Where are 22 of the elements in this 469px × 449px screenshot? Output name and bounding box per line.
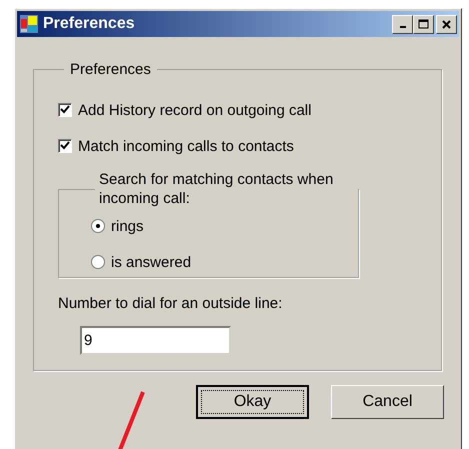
input-field[interactable]: 9: [80, 326, 231, 355]
radio-label[interactable]: is answered: [111, 254, 192, 270]
dialog-button[interactable]: Okay: [196, 385, 309, 419]
radio-label[interactable]: rings: [111, 218, 144, 234]
radio-button[interactable]: [91, 255, 105, 269]
checkbox-label[interactable]: Add History record on outgoing call: [78, 102, 312, 118]
checkbox[interactable]: [58, 139, 72, 153]
minimize-icon: [400, 26, 406, 28]
checkbox-label[interactable]: Match incoming calls to contacts: [78, 138, 294, 154]
close-button[interactable]: [436, 14, 457, 34]
dialog-button[interactable]: Cancel: [331, 385, 444, 419]
radio-button[interactable]: [91, 219, 105, 233]
checkbox[interactable]: [58, 103, 72, 117]
group-title: Preferences: [69, 61, 152, 78]
group-title: Search for matching contacts when incoming call:: [98, 170, 334, 208]
maximize-button[interactable]: [413, 14, 434, 34]
field-label: Number to dial for an outside line:: [58, 295, 284, 312]
app-icon: [19, 14, 39, 34]
close-icon: [442, 20, 452, 28]
window-title: Preferences: [43, 15, 136, 33]
minimize-button[interactable]: [392, 14, 413, 34]
maximize-icon: [418, 19, 429, 29]
